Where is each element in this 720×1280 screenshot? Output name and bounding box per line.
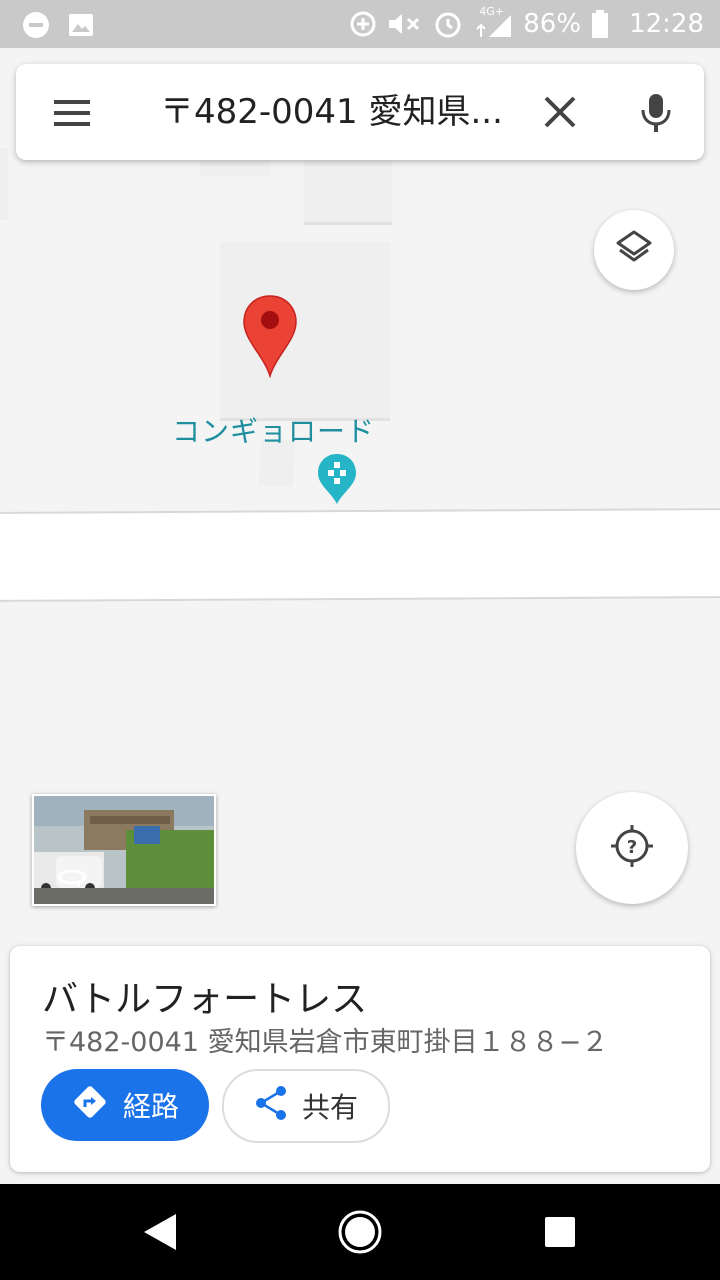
layers-button[interactable] — [594, 210, 674, 290]
layers-icon — [614, 228, 654, 272]
battery-percent: 86% — [523, 9, 582, 39]
minus-circle-icon — [22, 11, 50, 39]
battery-icon — [591, 10, 609, 38]
street-view-thumbnail[interactable] — [32, 794, 216, 906]
status-bar: 4G+ 86% 12:28 — [0, 0, 720, 48]
search-bar[interactable]: 〒482-0041 愛知県... — [16, 64, 704, 160]
data-saver-icon — [349, 10, 377, 38]
microphone-icon[interactable] — [638, 92, 674, 138]
back-icon[interactable] — [142, 1212, 178, 1256]
rotate-360-icon — [56, 866, 88, 892]
place-card[interactable]: バトルフォートレス 〒482-0041 愛知県岩倉市東町掛目１８８−２ 経路 共… — [10, 946, 710, 1172]
place-address: 〒482-0041 愛知県岩倉市東町掛目１８８−２ — [42, 1027, 609, 1058]
share-icon — [254, 1085, 288, 1128]
directions-label: 経路 — [122, 1090, 179, 1123]
recents-icon[interactable] — [544, 1216, 576, 1252]
share-label: 共有 — [301, 1091, 358, 1124]
place-name: バトルフォートレス — [42, 979, 368, 1020]
navigation-bar — [0, 1184, 720, 1280]
mute-icon — [387, 10, 423, 38]
hamburger-menu-icon[interactable] — [52, 98, 92, 132]
directions-button[interactable]: 経路 — [41, 1069, 209, 1141]
alarm-icon — [433, 9, 463, 39]
search-input[interactable]: 〒482-0041 愛知県... — [160, 90, 510, 134]
home-icon[interactable] — [336, 1208, 384, 1260]
my-location-button[interactable]: ? — [576, 792, 688, 904]
map-marker-icon[interactable] — [242, 294, 298, 382]
map-building — [0, 148, 8, 220]
share-button[interactable]: 共有 — [222, 1069, 390, 1143]
road — [0, 508, 720, 602]
close-icon[interactable] — [542, 94, 578, 134]
svg-text:?: ? — [627, 837, 637, 858]
image-icon — [68, 13, 94, 37]
directions-icon — [71, 1083, 109, 1128]
location-unknown-icon: ? — [609, 823, 655, 873]
map-building — [304, 156, 392, 222]
poi-marker-icon[interactable] — [316, 452, 358, 510]
signal-icon: 4G+ — [473, 5, 513, 39]
map-place-label[interactable]: コンギョロード — [172, 410, 375, 450]
clock: 12:28 — [629, 9, 704, 39]
